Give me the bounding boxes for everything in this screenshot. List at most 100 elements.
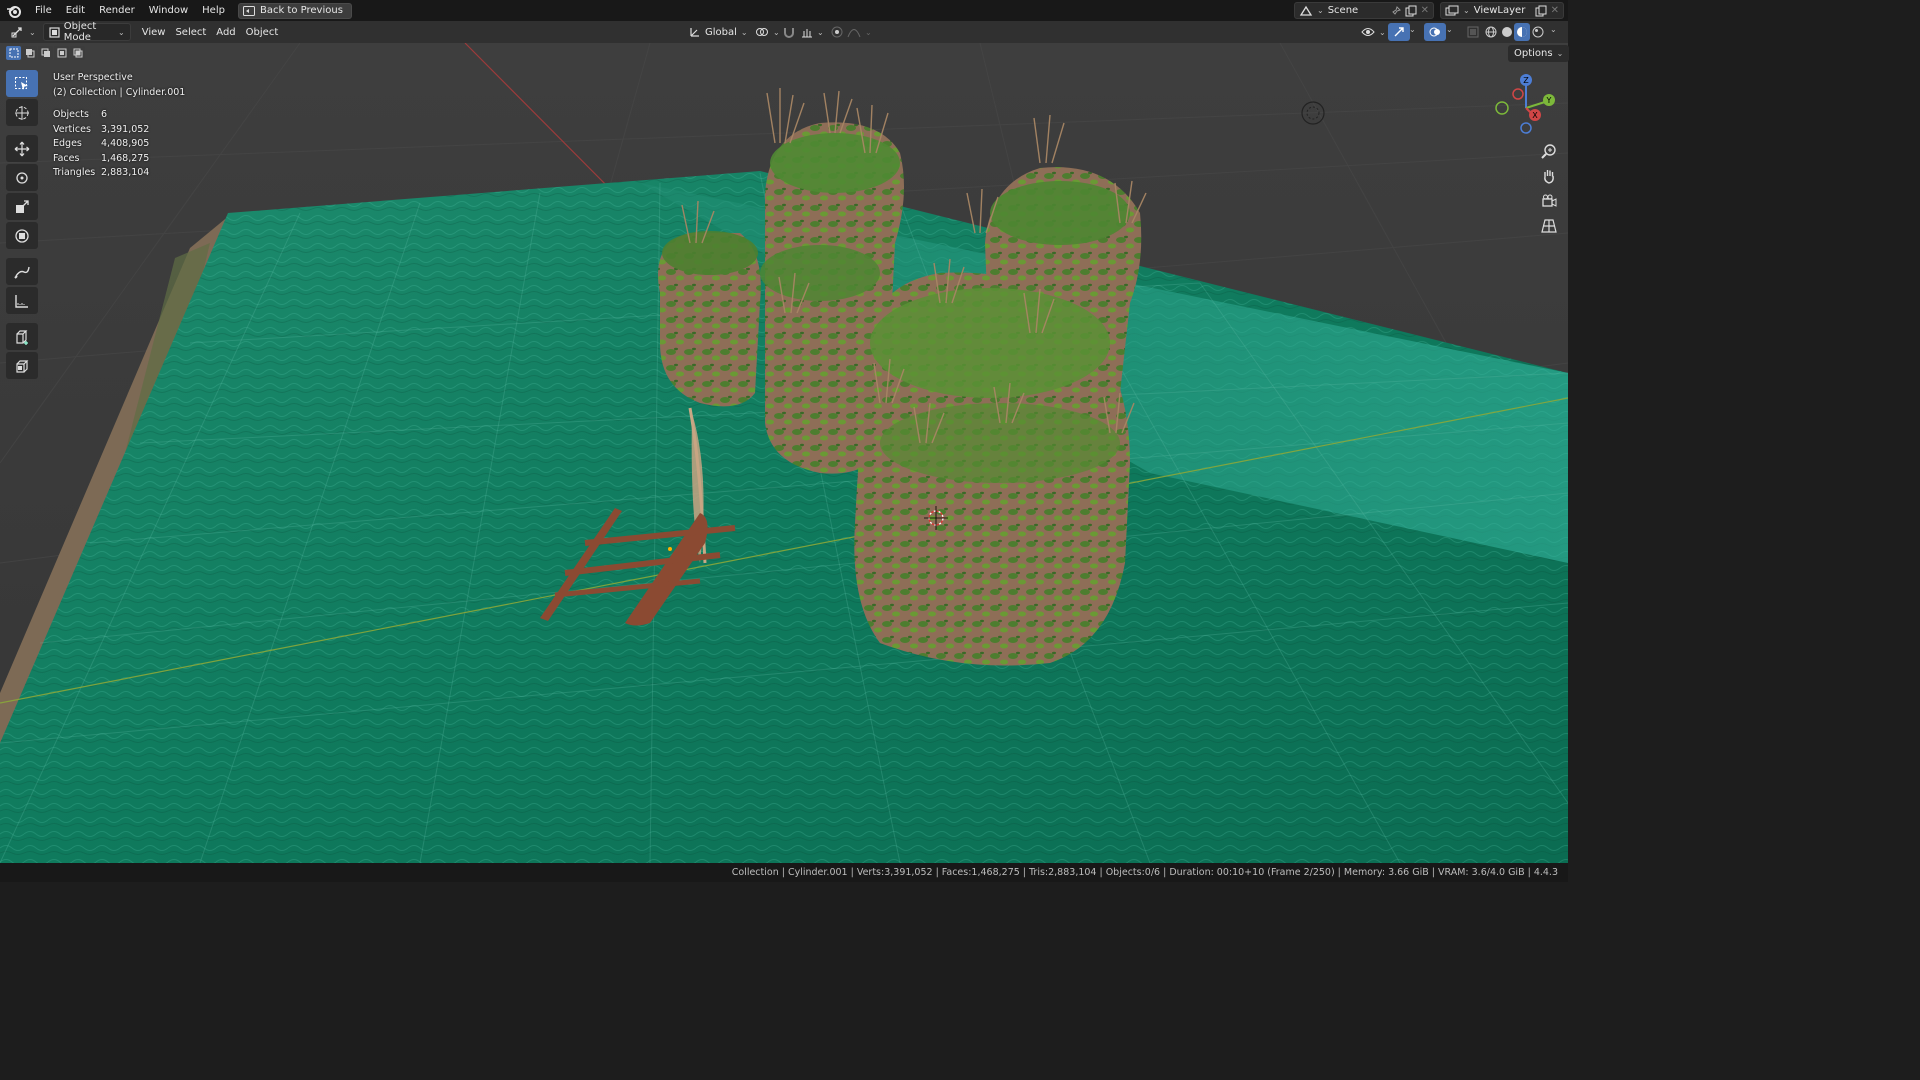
stat-label: Edges (53, 138, 82, 149)
menu-file[interactable]: File (28, 0, 59, 21)
stat-value: 2,883,104 (101, 167, 150, 178)
menu-render[interactable]: Render (92, 0, 142, 21)
ruler-icon (15, 294, 28, 308)
blender-logo-icon[interactable] (0, 0, 28, 21)
shading-solid[interactable] (1499, 23, 1515, 41)
chevron-down-icon[interactable]: ⌄ (1550, 25, 1557, 34)
scale-tool[interactable] (6, 193, 38, 220)
scale-icon (16, 199, 29, 213)
snap-target-selector[interactable]: ⌄ (796, 23, 829, 41)
menu-add[interactable]: Add (211, 23, 240, 41)
perspective-toggle-button[interactable] (1537, 215, 1561, 237)
add-cube-tool[interactable] (6, 323, 38, 350)
snap-increment-icon (802, 29, 812, 38)
stat-faces: Faces 1,468,275 (53, 152, 185, 167)
chevron-down-icon: ⌄ (1379, 27, 1386, 37)
menu-window[interactable]: Window (142, 0, 195, 21)
select-subtract-icon[interactable] (38, 46, 53, 60)
status-bar-text: Collection | Cylinder.001 | Verts:3,391,… (731, 867, 1558, 878)
view-layer-name: ViewLayer (1473, 5, 1526, 16)
pivot-icon (756, 28, 768, 36)
pan-button[interactable] (1537, 165, 1561, 187)
stat-value: 3,391,052 (101, 123, 150, 135)
navigation-tools (1537, 140, 1561, 237)
xray-toggle[interactable] (1462, 23, 1484, 41)
orientation-icon (690, 28, 699, 37)
mode-selector[interactable]: Object Mode ⌄ (42, 21, 131, 43)
rotate-tool[interactable] (6, 164, 38, 191)
menu-select[interactable]: Select (170, 23, 211, 41)
transform-orientation-selector[interactable]: Global ⌄ (684, 23, 753, 41)
stat-objects: Objects 6 (53, 108, 185, 123)
select-new-icon[interactable] (6, 46, 21, 60)
move-icon (14, 141, 30, 156)
scene-selector[interactable]: ⌄ Scene ✕ (1294, 2, 1434, 19)
stat-triangles: Triangles 2,883,104 (53, 166, 185, 181)
back-to-previous-button[interactable]: Back to Previous (237, 2, 352, 19)
zoom-button[interactable] (1537, 140, 1561, 162)
view-layer-selector[interactable]: ⌄ ViewLayer ✕ (1440, 2, 1564, 19)
grid-perspective-icon (1541, 219, 1557, 233)
select-invert-icon[interactable] (54, 46, 69, 60)
viewport-header: ⌄ Object Mode ⌄ View Select Add Object G… (0, 21, 1568, 43)
overlays-icon (1429, 27, 1440, 37)
select-box-tool[interactable] (6, 70, 38, 97)
close-icon[interactable]: ✕ (1551, 5, 1559, 16)
rotate-icon (16, 171, 28, 184)
pin-icon (1391, 5, 1401, 15)
shading-rendered[interactable] (1530, 23, 1546, 41)
annotate-tool[interactable] (6, 258, 38, 285)
close-icon[interactable]: ✕ (1421, 5, 1429, 16)
menu-help[interactable]: Help (195, 0, 232, 21)
active-collection-label: (2) Collection | Cylinder.001 (53, 86, 186, 98)
camera-view-button[interactable] (1537, 190, 1561, 212)
chevron-down-icon: ⌄ (1463, 6, 1470, 15)
scene-icon (1299, 5, 1313, 16)
chevron-down-icon: ⌄ (865, 27, 872, 37)
proportional-falloff-selector[interactable]: ⌄ (842, 23, 877, 41)
editor-type-selector[interactable]: ⌄ (6, 23, 41, 41)
orientation-label: Global (705, 26, 737, 38)
stat-value: 4,408,905 (101, 138, 150, 149)
gizmo-neg-z-axis[interactable] (1520, 122, 1532, 134)
gizmo-toggle[interactable] (1388, 23, 1410, 41)
menu-view[interactable]: View (137, 23, 171, 41)
gizmo-neg-y-axis[interactable] (1495, 101, 1509, 115)
chevron-down-icon[interactable]: ⌄ (1409, 25, 1416, 34)
chevron-down-icon[interactable]: ⌄ (1446, 25, 1453, 34)
gizmo-neg-x-axis[interactable] (1512, 88, 1524, 100)
xray-icon (1467, 26, 1479, 38)
selection-mode-bar (6, 46, 85, 60)
new-view-layer-icon[interactable] (1535, 5, 1547, 17)
shading-wireframe[interactable] (1483, 23, 1499, 41)
solid-sphere-icon (1502, 27, 1512, 37)
select-extend-icon[interactable] (22, 46, 37, 60)
new-scene-icon[interactable] (1405, 5, 1417, 17)
camera-icon (1542, 194, 1557, 207)
menu-object[interactable]: Object (241, 23, 284, 41)
gizmo-y-label: Y (1546, 96, 1552, 105)
menu-edit[interactable]: Edit (59, 0, 92, 21)
shading-material-preview[interactable] (1514, 23, 1530, 41)
zoom-magnifier-icon (1541, 144, 1556, 159)
select-intersect-icon[interactable] (70, 46, 85, 60)
object-mode-icon (49, 26, 60, 38)
transform-tool[interactable] (6, 222, 38, 249)
magnet-icon (784, 28, 794, 38)
overlays-toggle[interactable] (1424, 23, 1446, 41)
viewport-scene[interactable] (0, 43, 1568, 863)
navigation-gizmo[interactable]: Z Y X (1490, 70, 1560, 140)
options-button[interactable]: Options ⌄ (1508, 45, 1570, 62)
gizmo-icon (1394, 27, 1404, 37)
move-tool[interactable] (6, 135, 38, 162)
visibility-selector[interactable]: ⌄ (1356, 23, 1391, 41)
view-perspective-label: User Perspective (53, 72, 133, 83)
stat-value: 1,468,275 (101, 152, 150, 164)
measure-tool[interactable] (6, 287, 38, 314)
extrude-tool[interactable] (6, 352, 38, 379)
top-menu-bar: File Edit Render Window Help Back to Pre… (0, 0, 1568, 21)
gizmo-z-label: Z (1523, 76, 1529, 85)
chevron-down-icon: ⌄ (118, 27, 125, 37)
3d-viewport[interactable] (0, 43, 1568, 863)
cursor-tool[interactable] (6, 99, 38, 126)
